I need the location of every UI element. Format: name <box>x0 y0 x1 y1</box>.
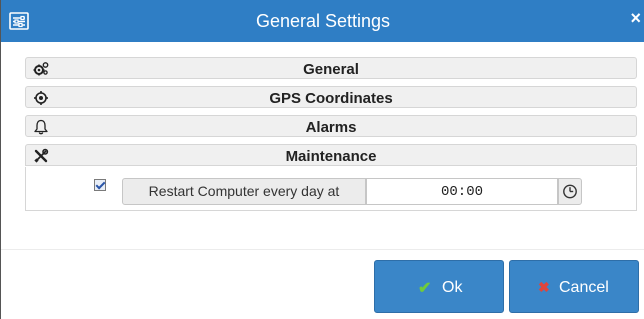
cancel-button[interactable]: ✖ Cancel <box>509 260 639 313</box>
cancel-label: Cancel <box>559 279 609 296</box>
section-general[interactable]: General <box>25 57 637 79</box>
check-icon: ✔ <box>418 280 432 297</box>
settings-dialog: General Settings × General GPS Coordinat… <box>0 0 644 319</box>
clock-picker-button[interactable] <box>558 178 582 205</box>
section-alarms[interactable]: Alarms <box>25 115 637 137</box>
ok-label: Ok <box>442 279 463 296</box>
restart-checkbox[interactable] <box>94 179 106 191</box>
clock-icon <box>563 184 577 199</box>
footer-divider <box>1 249 644 250</box>
ok-button[interactable]: ✔ Ok <box>374 260 504 313</box>
restart-label: Restart Computer every day at <box>122 178 366 205</box>
section-maintenance[interactable]: Maintenance <box>25 144 637 166</box>
section-label: General <box>303 61 359 78</box>
title-bar: General Settings × <box>1 0 644 42</box>
section-label: Alarms <box>305 119 357 136</box>
section-gps-coordinates[interactable]: GPS Coordinates <box>25 86 637 108</box>
dialog-title: General Settings <box>255 11 391 31</box>
cancel-x-icon: ✖ <box>538 279 550 295</box>
section-label: GPS Coordinates <box>269 90 393 107</box>
restart-time-input[interactable] <box>366 178 558 205</box>
close-icon[interactable]: × <box>630 8 641 29</box>
section-label: Maintenance <box>285 148 377 165</box>
